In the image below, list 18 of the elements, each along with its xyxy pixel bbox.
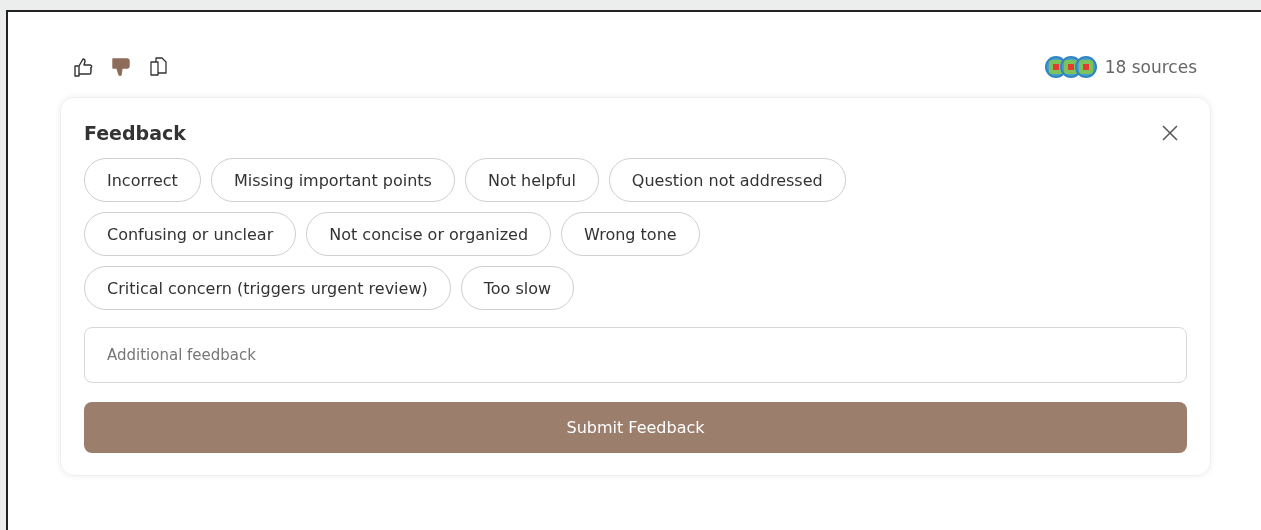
source-globes-icon — [1044, 56, 1097, 78]
feedback-chip[interactable]: Not helpful — [464, 158, 599, 202]
feedback-title: Feedback — [84, 122, 186, 144]
feedback-chip[interactable]: Question not addressed — [608, 158, 846, 202]
feedback-chip[interactable]: Critical concern (triggers urgent review) — [84, 266, 451, 310]
feedback-chip[interactable]: Missing important points — [210, 158, 455, 202]
thumbs-up-icon[interactable] — [72, 56, 94, 78]
sources-count[interactable]: 18 sources — [1104, 57, 1197, 77]
feedback-chip[interactable]: Confusing or unclear — [84, 212, 297, 256]
submit-feedback-button[interactable]: Submit Feedback — [84, 402, 1187, 453]
close-icon[interactable] — [1161, 124, 1179, 142]
copy-icon[interactable] — [148, 56, 170, 78]
feedback-chip[interactable]: Too slow — [460, 266, 575, 310]
feedback-chip[interactable]: Incorrect — [84, 158, 201, 202]
feedback-chip[interactable]: Wrong tone — [561, 212, 700, 256]
feedback-chip[interactable]: Not concise or organized — [306, 212, 552, 256]
thumbs-down-icon[interactable] — [110, 56, 132, 78]
additional-feedback-field[interactable]: Additional feedback — [84, 327, 1187, 383]
